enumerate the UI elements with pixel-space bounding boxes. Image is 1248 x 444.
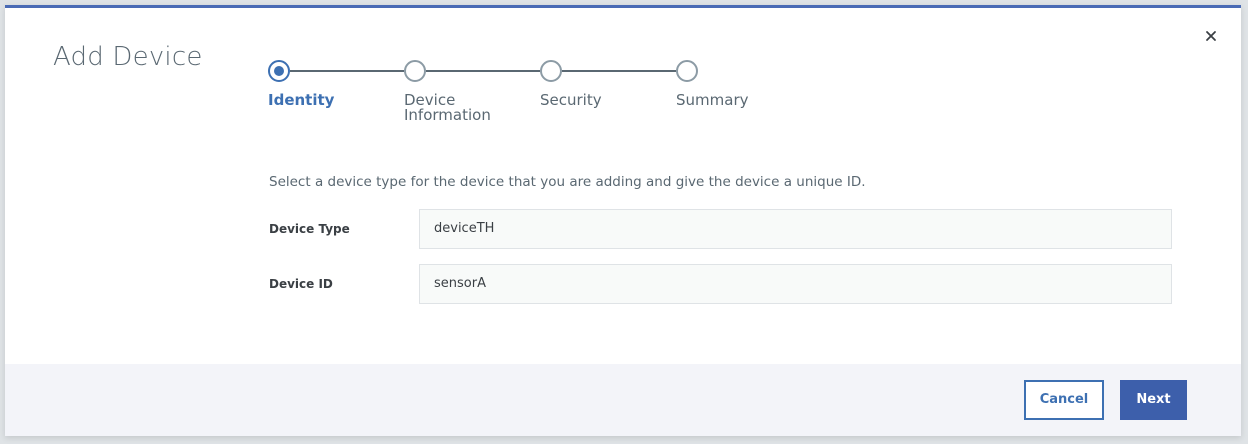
step-security[interactable]: Security — [540, 60, 602, 108]
step-pending-icon — [676, 60, 698, 82]
step-device-information[interactable]: Device Information — [404, 60, 491, 123]
step-label: Identity — [268, 91, 335, 109]
form-description: Select a device type for the device that… — [269, 174, 866, 190]
step-summary[interactable]: Summary — [676, 60, 749, 108]
progress-stepper: Identity Device Information Security Sum… — [268, 60, 768, 140]
step-connector — [426, 70, 540, 72]
step-label: Security — [540, 91, 602, 109]
dialog-title: Add Device — [53, 42, 203, 72]
step-pending-icon — [540, 60, 562, 82]
device-type-input[interactable]: deviceTH — [419, 209, 1172, 249]
step-connector — [562, 70, 676, 72]
step-label: Summary — [676, 91, 749, 109]
device-id-label: Device ID — [269, 277, 333, 291]
step-label: Device Information — [404, 91, 491, 124]
add-device-modal: Add Device Identity Device Information S… — [5, 5, 1241, 436]
next-button[interactable]: Next — [1120, 380, 1187, 420]
step-active-icon — [268, 60, 290, 82]
device-type-label: Device Type — [269, 222, 350, 236]
close-icon[interactable] — [1203, 28, 1219, 44]
device-id-input[interactable]: sensorA — [419, 264, 1172, 304]
cancel-button[interactable]: Cancel — [1024, 380, 1104, 420]
step-pending-icon — [404, 60, 426, 82]
step-identity[interactable]: Identity — [268, 60, 334, 108]
dialog-footer: Cancel Next — [5, 364, 1241, 436]
step-connector — [290, 70, 404, 72]
